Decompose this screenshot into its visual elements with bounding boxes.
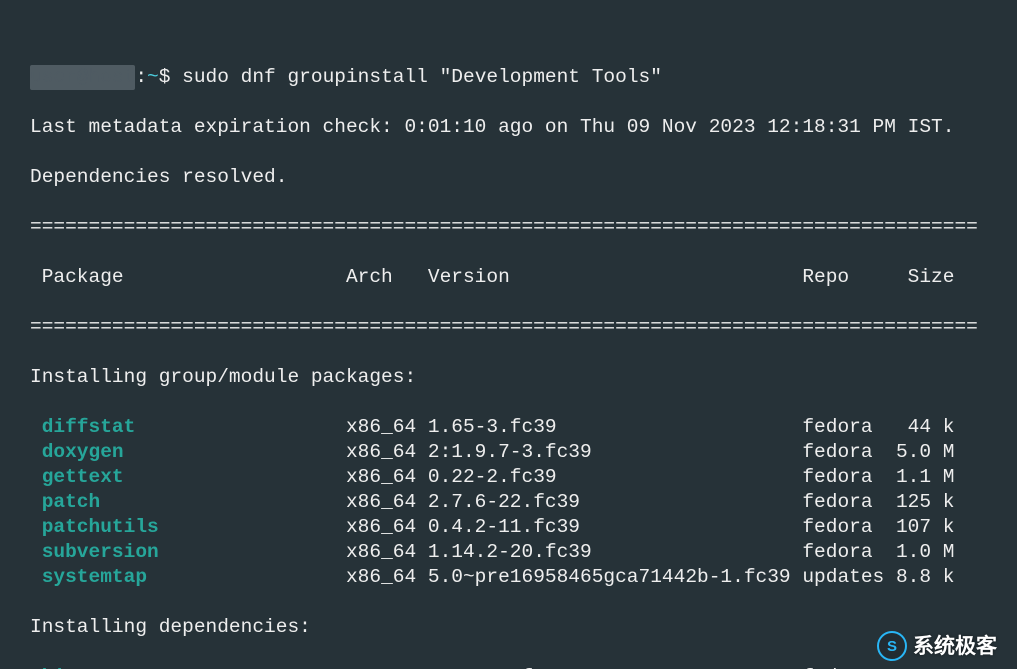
package-name: subversion [42,541,159,563]
package-name: diffstat [42,416,136,438]
rule-top: ========================================… [30,215,1017,240]
section-deps: Installing dependencies: [30,615,1017,640]
table-row: doxygen x86_64 2:1.9.7-3.fc39 fedora 5.0… [30,440,1017,465]
rule-bottom: ========================================… [30,315,1017,340]
meta-line: Last metadata expiration check: 0:01:10 … [30,115,1017,140]
table-row: patch x86_64 2.7.6-22.fc39 fedora 125 k [30,490,1017,515]
package-name: patchutils [42,516,159,538]
table-row: bison x86_64 3.8.2-5.fc39 fedora 1.0 M [30,665,1017,669]
table-row: gettext x86_64 0.22-2.fc39 fedora 1.1 M [30,465,1017,490]
terminal-output[interactable]: user@host:~$ sudo dnf groupinstall "Deve… [0,0,1017,669]
package-name: patch [42,491,101,513]
section-group: Installing group/module packages: [30,365,1017,390]
prompt-line: user@host:~$ sudo dnf groupinstall "Deve… [30,65,1017,90]
package-name: systemtap [42,566,147,588]
redacted-user-host: user@host [30,65,135,90]
table-row: patchutils x86_64 0.4.2-11.fc39 fedora 1… [30,515,1017,540]
table-row: systemtap x86_64 5.0~pre16958465gca71442… [30,565,1017,590]
package-name: doxygen [42,441,124,463]
table-row: diffstat x86_64 1.65-3.fc39 fedora 44 k [30,415,1017,440]
deps-resolved-line: Dependencies resolved. [30,165,1017,190]
table-header: Package Arch Version Repo Size [30,265,1017,290]
package-name: gettext [42,466,124,488]
table-row: subversion x86_64 1.14.2-20.fc39 fedora … [30,540,1017,565]
command-text: sudo dnf groupinstall "Development Tools… [182,66,662,88]
cwd-tilde: ~ [147,66,159,88]
